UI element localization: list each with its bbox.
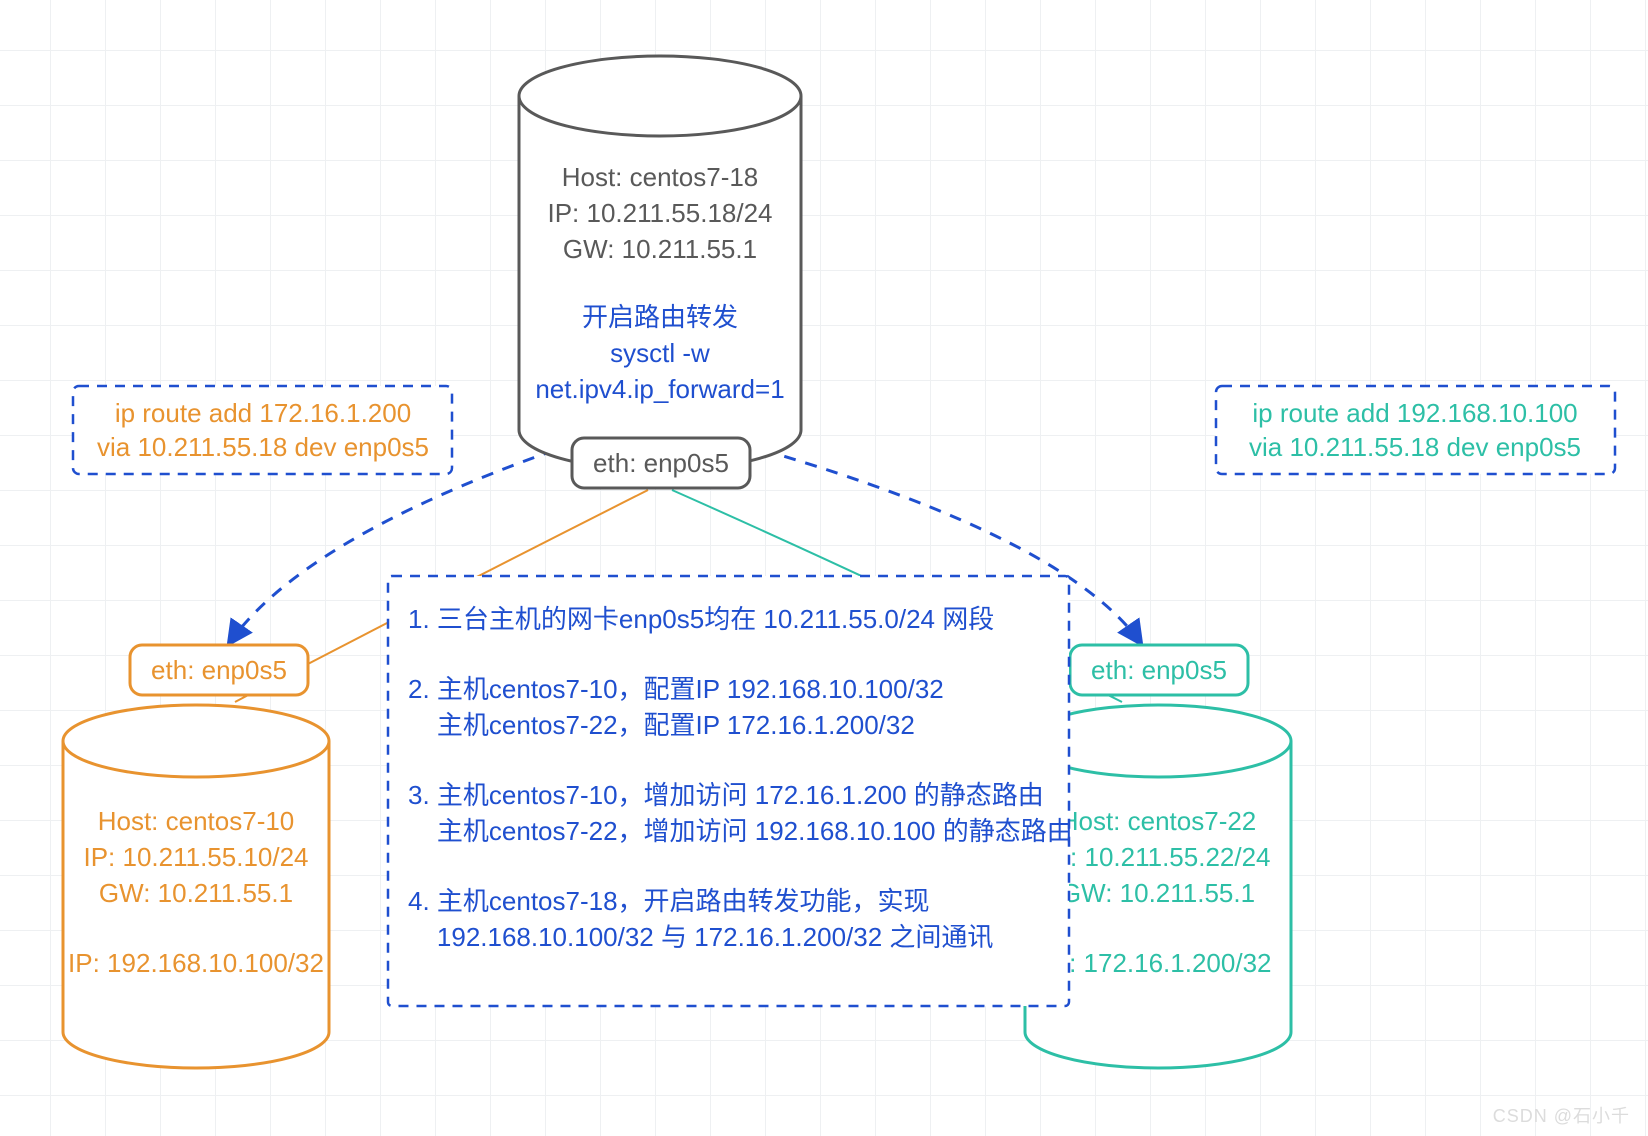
right-route-l2: via 10.211.55.18 dev enp0s5: [1249, 432, 1581, 462]
top-cylinder: eth: enp0s5 Host: centos7-18 IP: 10.211.…: [519, 56, 801, 488]
notes-p2b: 主机centos7-22，配置IP 172.16.1.200/32: [408, 710, 915, 740]
notes-p3b: 主机centos7-22，增加访问 192.168.10.100 的静态路由: [408, 816, 1073, 846]
watermark: CSDN @石小千: [1493, 1102, 1630, 1128]
notes-p2a: 2. 主机centos7-10，配置IP 192.168.10.100/32: [408, 674, 944, 704]
left-eth-label: eth: enp0s5: [151, 655, 287, 685]
top-gw: GW: 10.211.55.1: [563, 234, 757, 264]
notes-p4b: 192.168.10.100/32 与 172.16.1.200/32 之间通讯: [408, 922, 993, 952]
notes-p1: 1. 三台主机的网卡enp0s5均在 10.211.55.0/24 网段: [408, 604, 994, 634]
right-host: Host: centos7-22: [1060, 806, 1257, 836]
notes-p3a: 3. 主机centos7-10，增加访问 172.16.1.200 的静态路由: [408, 780, 1044, 810]
right-ip: IP: 10.211.55.22/24: [1045, 842, 1270, 872]
top-forward-cmd1: sysctl -w: [610, 338, 710, 368]
left-ip: IP: 10.211.55.10/24: [83, 842, 308, 872]
top-ip: IP: 10.211.55.18/24: [547, 198, 772, 228]
right-eth-label: eth: enp0s5: [1091, 655, 1227, 685]
right-route-box: ip route add 192.168.10.100 via 10.211.5…: [1216, 386, 1615, 474]
left-route-l2: via 10.211.55.18 dev enp0s5: [97, 432, 429, 462]
notes-box: 1. 三台主机的网卡enp0s5均在 10.211.55.0/24 网段 2. …: [388, 576, 1073, 1006]
top-forward-title: 开启路由转发: [582, 302, 738, 332]
left-host: Host: centos7-10: [98, 806, 295, 836]
left-route-l1: ip route add 172.16.1.200: [115, 398, 411, 428]
left-route-box: ip route add 172.16.1.200 via 10.211.55.…: [73, 386, 452, 474]
left-ip2: IP: 192.168.10.100/32: [68, 948, 324, 978]
left-gw: GW: 10.211.55.1: [99, 878, 293, 908]
right-ip2: IP: 172.16.1.200/32: [1045, 948, 1272, 978]
right-gw: GW: 10.211.55.1: [1061, 878, 1255, 908]
diagram-canvas: eth: enp0s5 Host: centos7-18 IP: 10.211.…: [0, 0, 1648, 1136]
top-eth-label: eth: enp0s5: [593, 448, 729, 478]
notes-p4a: 4. 主机centos7-18，开启路由转发功能，实现: [408, 886, 930, 916]
left-cylinder: eth: enp0s5 Host: centos7-10 IP: 10.211.…: [63, 645, 329, 1068]
right-route-l1: ip route add 192.168.10.100: [1252, 398, 1577, 428]
top-forward-cmd2: net.ipv4.ip_forward=1: [535, 374, 784, 404]
top-host: Host: centos7-18: [562, 162, 759, 192]
